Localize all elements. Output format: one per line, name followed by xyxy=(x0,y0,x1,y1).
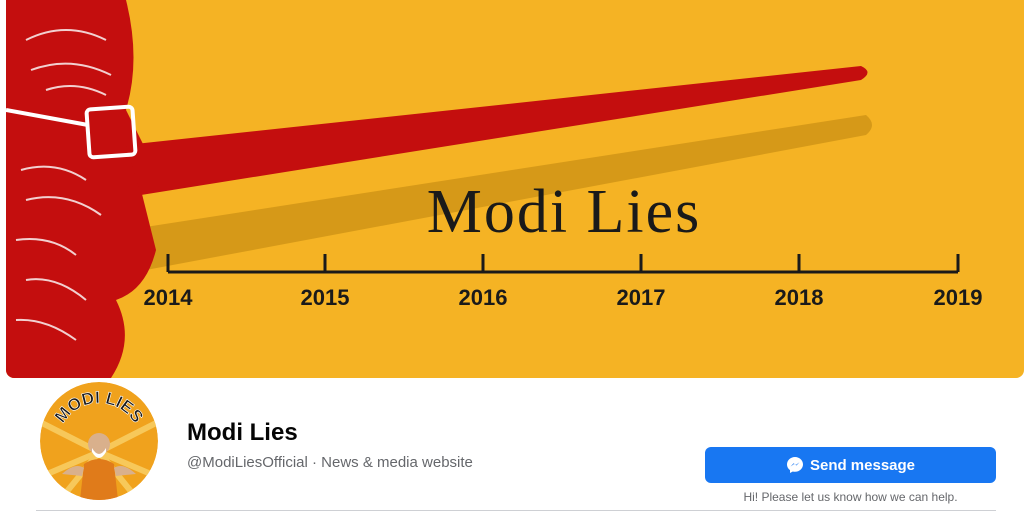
timeline-year: 2014 xyxy=(144,285,194,310)
page-handle-category: @ModiLiesOfficial · News & media website xyxy=(187,454,473,471)
timeline-year: 2016 xyxy=(459,285,508,310)
messenger-icon xyxy=(786,456,804,474)
timeline-year: 2018 xyxy=(775,285,824,310)
send-message-label: Send message xyxy=(809,456,916,474)
profile-picture[interactable]: MODI LIES xyxy=(36,378,162,504)
cover-title: Modi Lies xyxy=(427,178,702,246)
send-message-button[interactable]: Send message xyxy=(705,447,996,483)
profile-picture-illustration: MODI LIES xyxy=(40,382,158,500)
timeline-year: 2019 xyxy=(934,285,983,310)
page-header: MODI LIES Modi Lies @ModiLiesOfficial · … xyxy=(0,378,1024,512)
cover-illustration: Modi Lies 2014 2015 2016 2017 2018 2019 xyxy=(6,0,1024,378)
send-message-hint: Hi! Please let us know how we can help. xyxy=(743,490,958,504)
header-divider xyxy=(36,510,996,511)
page-title: Modi Lies xyxy=(187,419,298,446)
timeline-year: 2017 xyxy=(617,285,666,310)
timeline-year: 2015 xyxy=(301,285,350,310)
cover-photo[interactable]: Modi Lies 2014 2015 2016 2017 2018 2019 xyxy=(6,0,1024,378)
